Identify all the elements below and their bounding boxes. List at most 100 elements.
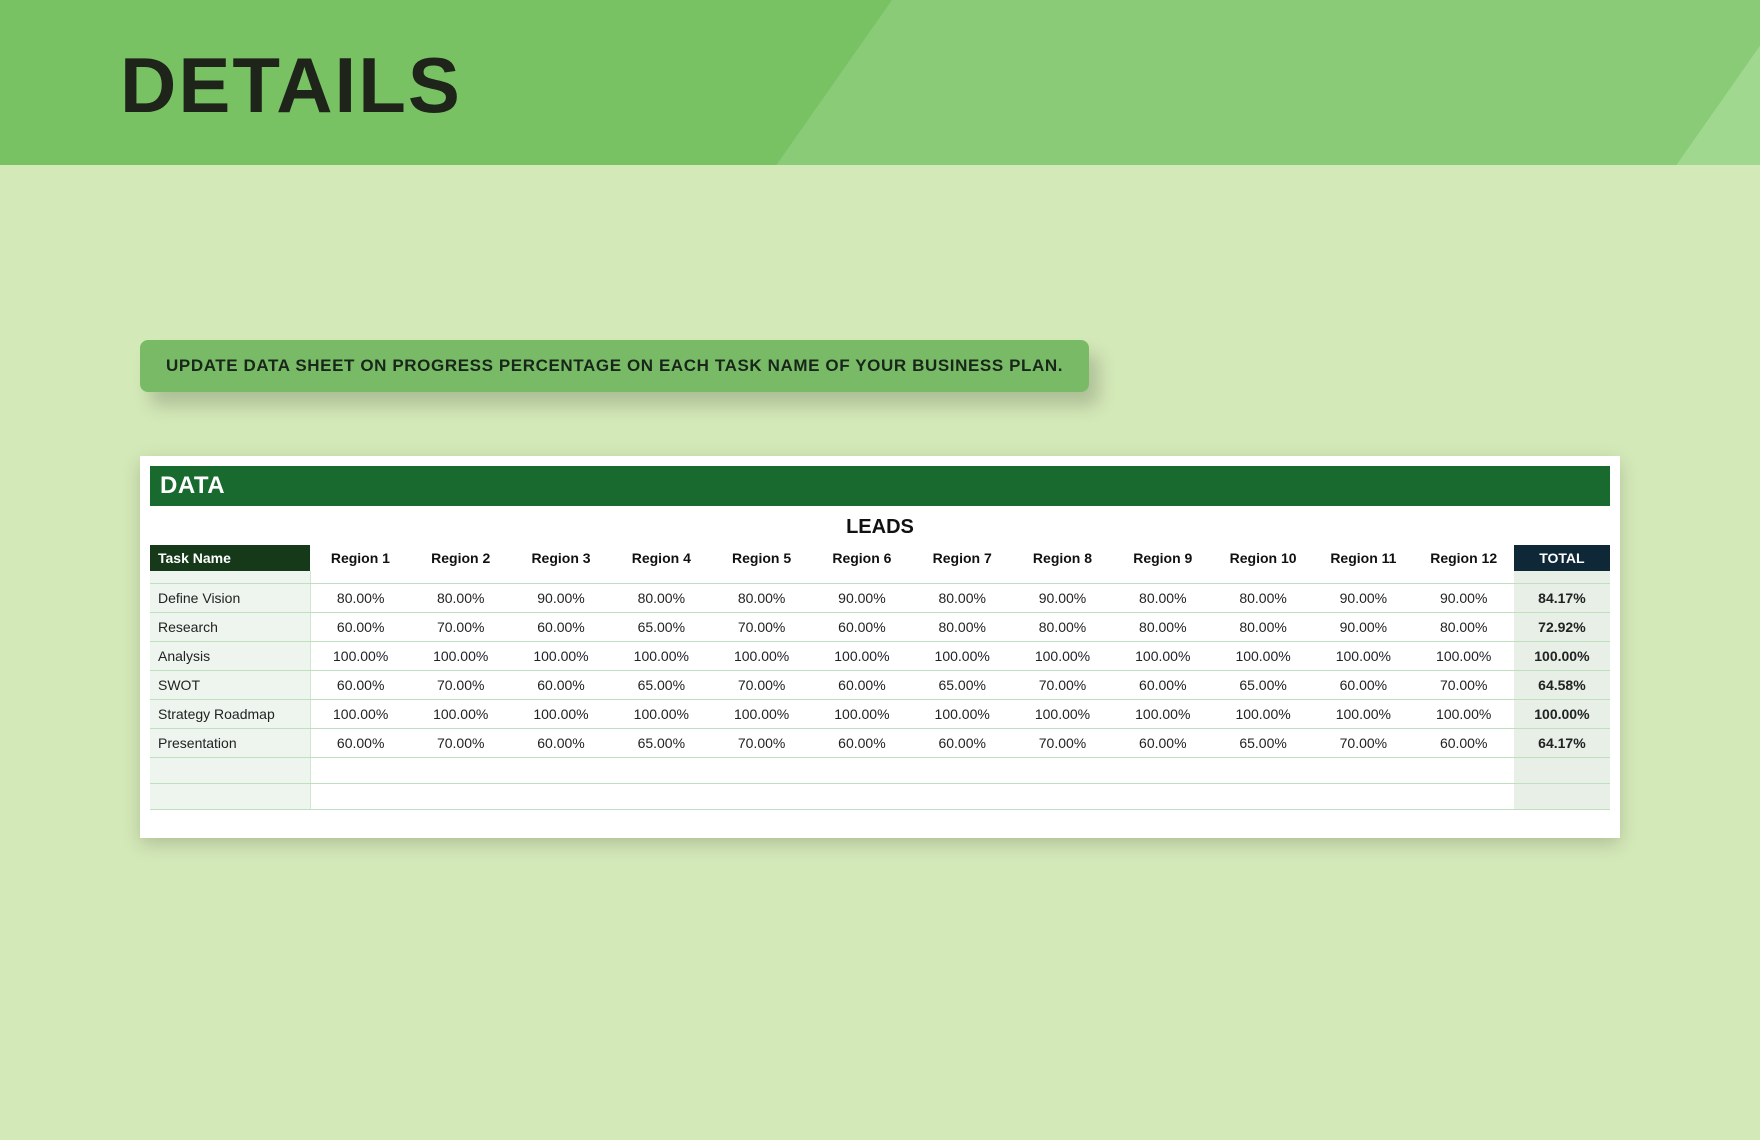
task-name-cell: Presentation [150,729,310,758]
task-name-cell: Analysis [150,642,310,671]
value-cell: 100.00% [1414,642,1514,671]
col-region: Region 1 [310,545,410,571]
value-cell: 100.00% [1313,700,1413,729]
value-cell: 100.00% [511,700,611,729]
value-cell: 80.00% [912,613,1012,642]
value-cell: 65.00% [1213,671,1313,700]
value-cell: 80.00% [1414,613,1514,642]
value-cell: 60.00% [310,613,410,642]
value-cell: 100.00% [711,642,811,671]
col-region: Region 2 [411,545,511,571]
table-row: SWOT60.00%70.00%60.00%65.00%70.00%60.00%… [150,671,1610,700]
value-cell: 60.00% [812,671,912,700]
value-cell: 65.00% [912,671,1012,700]
table-row: Research60.00%70.00%60.00%65.00%70.00%60… [150,613,1610,642]
blank-row [150,758,1610,784]
col-region: Region 5 [711,545,811,571]
value-cell: 100.00% [1113,642,1213,671]
value-cell: 60.00% [912,729,1012,758]
value-cell: 80.00% [1113,584,1213,613]
value-cell: 90.00% [1313,584,1413,613]
table-row: Define Vision80.00%80.00%90.00%80.00%80.… [150,584,1610,613]
value-cell: 70.00% [711,729,811,758]
total-cell: 100.00% [1514,642,1610,671]
value-cell: 90.00% [1414,584,1514,613]
instruction-banner: UPDATE DATA SHEET ON PROGRESS PERCENTAGE… [140,340,1089,392]
value-cell: 100.00% [912,642,1012,671]
value-cell: 100.00% [711,700,811,729]
value-cell: 60.00% [511,671,611,700]
value-cell: 65.00% [1213,729,1313,758]
col-region: Region 4 [611,545,711,571]
value-cell: 100.00% [1012,642,1112,671]
value-cell: 70.00% [411,671,511,700]
value-cell: 60.00% [1414,729,1514,758]
value-cell: 70.00% [1012,729,1112,758]
total-cell: 64.17% [1514,729,1610,758]
value-cell: 100.00% [1213,642,1313,671]
value-cell: 60.00% [310,671,410,700]
value-cell: 100.00% [1213,700,1313,729]
value-cell: 100.00% [812,642,912,671]
value-cell: 60.00% [1313,671,1413,700]
value-cell: 80.00% [1213,584,1313,613]
total-cell: 64.58% [1514,671,1610,700]
value-cell: 60.00% [511,613,611,642]
value-cell: 90.00% [1012,584,1112,613]
col-region: Region 8 [1012,545,1112,571]
value-cell: 70.00% [1313,729,1413,758]
task-name-cell: Strategy Roadmap [150,700,310,729]
table-row: Strategy Roadmap100.00%100.00%100.00%100… [150,700,1610,729]
table-row: Analysis100.00%100.00%100.00%100.00%100.… [150,642,1610,671]
col-region: Region 11 [1313,545,1413,571]
total-cell: 72.92% [1514,613,1610,642]
value-cell: 60.00% [812,613,912,642]
value-cell: 80.00% [1213,613,1313,642]
total-cell: 100.00% [1514,700,1610,729]
value-cell: 65.00% [611,671,711,700]
value-cell: 100.00% [912,700,1012,729]
total-cell: 84.17% [1514,584,1610,613]
col-total: TOTAL [1514,545,1610,571]
value-cell: 80.00% [1012,613,1112,642]
value-cell: 60.00% [511,729,611,758]
value-cell: 70.00% [411,729,511,758]
value-cell: 70.00% [1012,671,1112,700]
value-cell: 70.00% [1414,671,1514,700]
task-name-cell: Define Vision [150,584,310,613]
value-cell: 60.00% [310,729,410,758]
value-cell: 80.00% [310,584,410,613]
col-task-name: Task Name [150,545,310,571]
value-cell: 90.00% [812,584,912,613]
value-cell: 65.00% [611,613,711,642]
blank-row [150,784,1610,810]
leads-title: LEADS [150,506,1610,545]
value-cell: 100.00% [812,700,912,729]
value-cell: 100.00% [511,642,611,671]
col-region: Region 6 [812,545,912,571]
value-cell: 60.00% [1113,729,1213,758]
header-banner: DETAILS [0,0,1760,165]
col-region: Region 10 [1213,545,1313,571]
data-table: Task Name Region 1 Region 2 Region 3 Reg… [150,545,1610,810]
value-cell: 90.00% [1313,613,1413,642]
value-cell: 70.00% [711,671,811,700]
value-cell: 60.00% [1113,671,1213,700]
banner-stripe [640,0,1760,165]
value-cell: 80.00% [1113,613,1213,642]
col-region: Region 12 [1414,545,1514,571]
value-cell: 80.00% [912,584,1012,613]
value-cell: 80.00% [411,584,511,613]
value-cell: 100.00% [1113,700,1213,729]
value-cell: 80.00% [611,584,711,613]
value-cell: 100.00% [310,642,410,671]
table-header-row: Task Name Region 1 Region 2 Region 3 Reg… [150,545,1610,571]
value-cell: 70.00% [411,613,511,642]
value-cell: 100.00% [611,700,711,729]
spacer-row [150,571,1610,584]
col-region: Region 9 [1113,545,1213,571]
value-cell: 80.00% [711,584,811,613]
value-cell: 65.00% [611,729,711,758]
value-cell: 70.00% [711,613,811,642]
page-title: DETAILS [120,40,462,131]
